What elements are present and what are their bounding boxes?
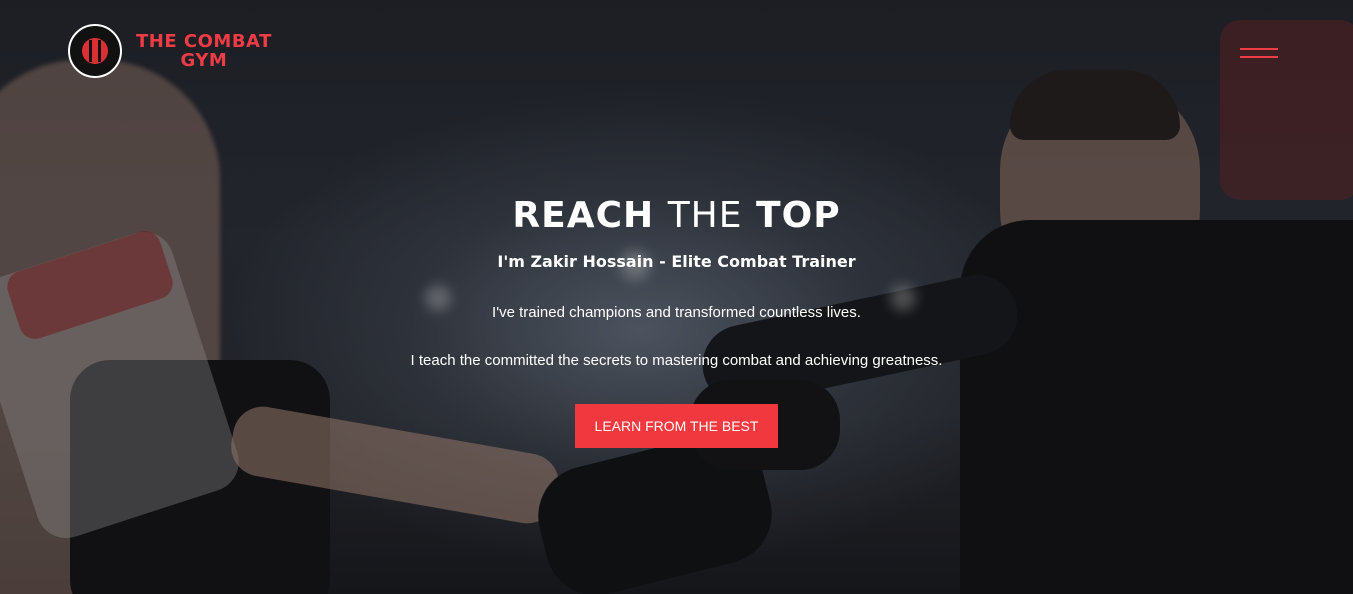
brand-name: THE COMBAT GYM	[136, 32, 272, 70]
brand-line-2: GYM	[180, 50, 228, 71]
site-logo[interactable]: THE COMBAT GYM	[68, 24, 272, 78]
learn-from-the-best-button[interactable]: LEARN FROM THE BEST	[574, 404, 779, 448]
hero-paragraph-1: I've trained champions and transformed c…	[492, 304, 861, 321]
brand-line-1: THE COMBAT	[136, 31, 272, 52]
hamburger-menu-icon[interactable]	[1240, 48, 1278, 62]
hero-subtitle: I'm Zakir Hossain - Elite Combat Trainer	[497, 252, 856, 271]
hero-paragraph-2: I teach the committed the secrets to mas…	[410, 352, 943, 369]
hero-headline: REACH THE TOP	[0, 192, 1353, 240]
logo-emblem-icon	[68, 24, 122, 78]
headline-reach: REACH	[512, 195, 655, 236]
hero-content: REACH THE TOP I'm Zakir Hossain - Elite …	[0, 192, 1353, 448]
headline-top: TOP	[756, 195, 841, 236]
headline-the: THE	[667, 195, 743, 236]
